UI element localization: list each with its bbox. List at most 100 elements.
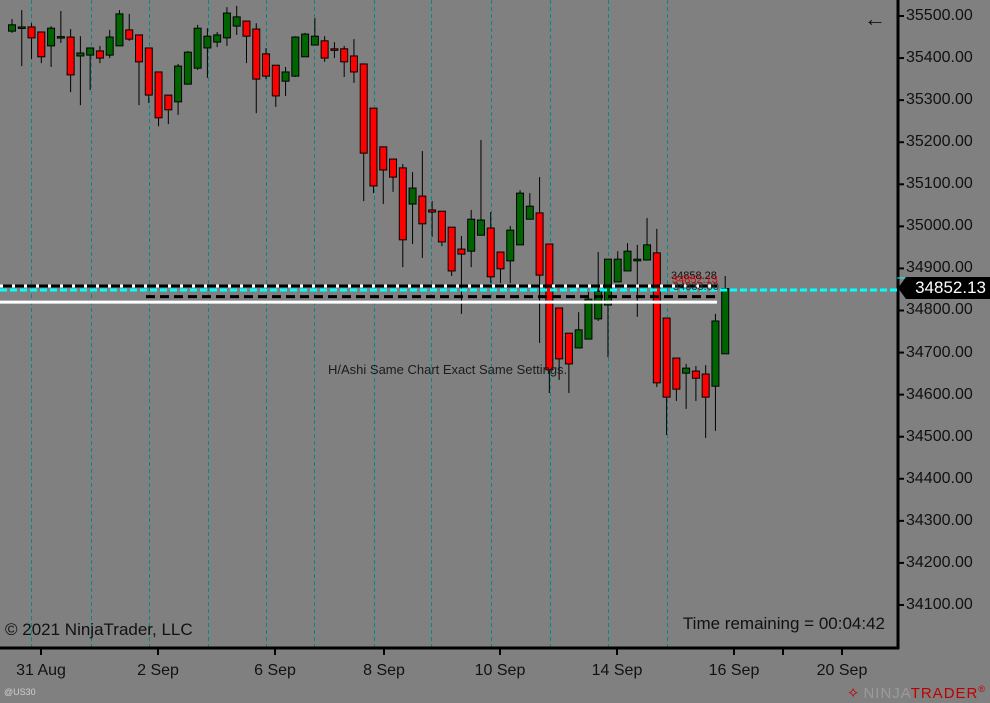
candle-body-up bbox=[8, 24, 16, 32]
candle-body-down bbox=[154, 71, 163, 119]
candle bbox=[467, 209, 476, 268]
candle bbox=[66, 29, 75, 93]
candle-body-down bbox=[437, 210, 446, 243]
candle bbox=[105, 29, 114, 59]
candle-body-up bbox=[193, 27, 202, 69]
candle-body-up bbox=[525, 205, 534, 220]
y-tick-label: 35300.00 bbox=[906, 91, 973, 109]
candle-body-up bbox=[506, 229, 515, 262]
candle-body-up bbox=[721, 288, 730, 355]
candle bbox=[17, 10, 26, 67]
candle bbox=[418, 151, 427, 258]
candle-body-down bbox=[486, 227, 495, 278]
x-tick-label: 31 Aug bbox=[16, 662, 66, 679]
x-tick-label: 16 Sep bbox=[708, 662, 760, 679]
candle-body-up bbox=[584, 298, 593, 340]
candle bbox=[574, 312, 583, 349]
candle-body-up bbox=[105, 36, 114, 56]
candlestick-chart[interactable] bbox=[0, 0, 990, 703]
candle-body-up bbox=[633, 258, 642, 262]
candle-body-up bbox=[643, 244, 652, 261]
candle-body-down bbox=[271, 64, 280, 97]
candle-body-up bbox=[291, 36, 300, 77]
axes bbox=[0, 0, 904, 655]
candle bbox=[633, 244, 642, 317]
candle bbox=[281, 66, 290, 96]
candle bbox=[115, 10, 124, 47]
level-label-34833: 34833.00 bbox=[673, 281, 719, 293]
logo-mark-icon: ✧ bbox=[846, 685, 861, 702]
chart-annotation[interactable]: H/Ashi Same Chart Exact Same Settings. bbox=[328, 362, 567, 377]
candle-body-down bbox=[701, 373, 710, 398]
y-tick-label: 35000.00 bbox=[906, 217, 973, 235]
candle bbox=[506, 225, 515, 284]
candle bbox=[193, 24, 202, 70]
copyright-text: © 2021 NinjaTrader, LLC bbox=[5, 620, 193, 639]
candle bbox=[222, 7, 231, 46]
candle-body-up bbox=[213, 34, 222, 43]
candle-body-down bbox=[545, 243, 554, 371]
candle-body-up bbox=[516, 192, 525, 246]
candle bbox=[8, 18, 16, 33]
candle bbox=[95, 45, 104, 64]
candle-body-down bbox=[379, 146, 388, 171]
y-tick-label: 34700.00 bbox=[906, 343, 973, 361]
candle-body-down bbox=[496, 251, 505, 270]
candle bbox=[437, 210, 446, 247]
session-break-lines bbox=[31, 0, 668, 648]
candle-body-up bbox=[56, 36, 65, 39]
candle bbox=[320, 36, 329, 62]
candle bbox=[271, 64, 280, 107]
candle-body-down bbox=[135, 34, 144, 63]
candle bbox=[476, 140, 485, 236]
candle-body-down bbox=[418, 195, 427, 225]
candle bbox=[232, 5, 241, 35]
candle-body-up bbox=[47, 27, 56, 47]
candle bbox=[262, 47, 271, 80]
candle-body-up bbox=[467, 218, 476, 252]
y-tick-label: 35100.00 bbox=[906, 175, 973, 193]
candle bbox=[47, 26, 56, 67]
candle-body-down bbox=[144, 47, 153, 96]
candle bbox=[672, 357, 681, 401]
y-tick-label: 34900.00 bbox=[906, 259, 973, 277]
price-level-lines bbox=[0, 277, 990, 304]
candle-body-down bbox=[95, 50, 104, 59]
candle bbox=[662, 317, 671, 436]
arrow-left-icon[interactable]: ← bbox=[864, 6, 886, 32]
candle bbox=[330, 42, 339, 59]
instrument-symbol: @US30 bbox=[4, 687, 36, 697]
candle-body-up bbox=[603, 258, 612, 306]
x-tick-label: 10 Sep bbox=[474, 662, 526, 679]
x-tick-label: 6 Sep bbox=[254, 662, 296, 679]
candle-body-down bbox=[457, 248, 466, 255]
x-tick-label: 8 Sep bbox=[363, 662, 405, 679]
candle bbox=[496, 251, 505, 284]
candle bbox=[154, 71, 163, 127]
logo-text-trader: TRADER bbox=[910, 685, 979, 702]
candle bbox=[691, 366, 700, 401]
candle bbox=[535, 177, 544, 343]
candle bbox=[37, 31, 46, 64]
candle bbox=[213, 31, 222, 48]
candle bbox=[643, 217, 652, 261]
x-tick-label: 20 Sep bbox=[816, 662, 868, 679]
candle-body-up bbox=[623, 250, 632, 272]
candle bbox=[525, 193, 534, 220]
candle-body-down bbox=[330, 48, 339, 51]
candle bbox=[135, 34, 144, 106]
candle-body-down bbox=[369, 107, 378, 187]
candle-body-up bbox=[115, 13, 124, 47]
candle-body-up bbox=[281, 71, 290, 82]
candle-body-up bbox=[222, 12, 231, 39]
candle-body-down bbox=[691, 370, 700, 379]
y-tick-label: 34200.00 bbox=[906, 553, 973, 571]
time-remaining: Time remaining = 00:04:42 bbox=[682, 614, 885, 633]
candle-body-down bbox=[447, 226, 456, 272]
candle-body-up bbox=[183, 51, 192, 85]
candle bbox=[174, 63, 183, 115]
candle bbox=[652, 228, 661, 388]
candle bbox=[310, 18, 319, 46]
candle bbox=[369, 107, 378, 194]
ninjatrader-logo: ✧ NINJATRADER® bbox=[847, 684, 986, 702]
